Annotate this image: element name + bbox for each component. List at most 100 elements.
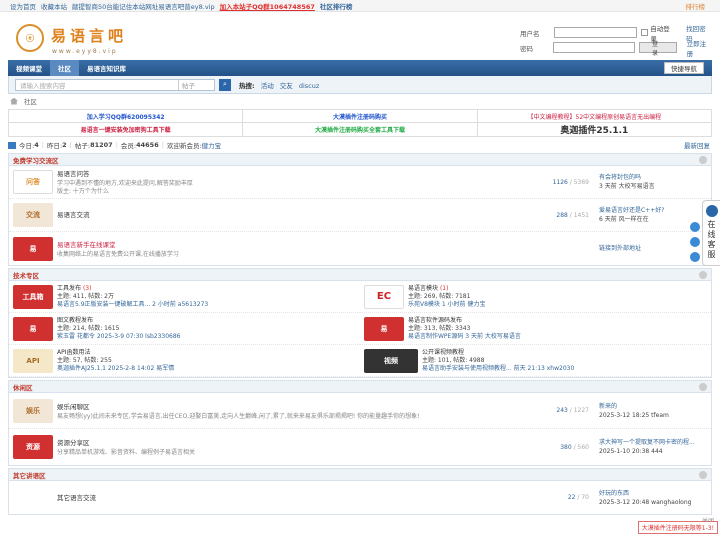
- login-button[interactable]: 登录: [638, 41, 677, 57]
- search-icon[interactable]: ⌕: [219, 78, 231, 91]
- forum-row: 交流 易语言交流 288 / 1451 爱易语言好还是C++好? 6 天前 风一样…: [9, 199, 711, 232]
- forum-count: 288 / 1451: [556, 211, 589, 219]
- forum-row: 易 易语言新手在线课堂 收集网络上的易语言免费公开课,在线播放学习 链接到外部地…: [9, 232, 711, 265]
- last-post-link[interactable]: 易语言5.9正版安装一键破解工具... 2 小时前 a5613273: [57, 301, 208, 309]
- section-header[interactable]: 其它讲语区: [9, 469, 711, 481]
- site-logo[interactable]: ⓔ 易语言吧 www.eyy8.vip: [16, 24, 132, 62]
- auto-login-checkbox[interactable]: [641, 29, 649, 36]
- rank-link[interactable]: 社区排行榜: [320, 1, 353, 11]
- online-service-label: 在线客服: [707, 220, 716, 259]
- ad-link[interactable]: 加入学习QQ群620095342: [7, 109, 244, 123]
- headset-icon: [705, 205, 718, 217]
- last-post-link[interactable]: 易语言制作WPE源码 3 天前 大校写易语言: [408, 333, 521, 341]
- collapse-icon[interactable]: [699, 383, 707, 391]
- forum-title[interactable]: 娱乐闲聊区: [57, 401, 527, 411]
- search-scope-select[interactable]: 帖子: [178, 79, 214, 90]
- promo-toast[interactable]: 大漠插件注册码无限等1-3!: [637, 521, 718, 534]
- hot-item[interactable]: 交友: [280, 82, 293, 90]
- hot-search: 热搜: 活动 交友 discuz: [239, 80, 319, 90]
- forum-title[interactable]: API函数用法: [57, 349, 174, 357]
- last-post-link[interactable]: 新来的: [599, 402, 709, 411]
- hot-item[interactable]: discuz: [299, 82, 319, 90]
- qq-group-link[interactable]: 加入本站子QQ群1064748567: [220, 1, 315, 11]
- nav-knowledge[interactable]: 易语言知识库: [79, 60, 134, 76]
- breadcrumb-current[interactable]: 社区: [24, 96, 37, 106]
- wechat-icon[interactable]: [690, 252, 700, 262]
- new-member-link[interactable]: 健力宝: [202, 140, 222, 150]
- eyuyan-icon[interactable]: 易: [364, 316, 404, 341]
- search-input[interactable]: 请输入搜索内容 帖子: [15, 78, 215, 91]
- forum-title[interactable]: 公开课视频教程: [422, 349, 574, 357]
- last-post-link[interactable]: 爱易语言好还是C++好?: [599, 206, 709, 215]
- hot-item[interactable]: 活动: [261, 82, 274, 90]
- section-header[interactable]: 休闲区: [9, 381, 711, 393]
- last-post-link[interactable]: 紫玉雷 花都令 2025-3-9 07:30 lsb2330686: [57, 333, 180, 341]
- resource-icon[interactable]: 资源: [13, 435, 53, 459]
- online-service-widget[interactable]: 在线客服: [702, 200, 720, 266]
- favorite-link[interactable]: 收藏本站: [41, 1, 67, 11]
- video-icon[interactable]: 视频: [364, 348, 418, 373]
- forum-title[interactable]: 图文教程发布: [57, 317, 180, 325]
- discussion-icon[interactable]: 交流: [13, 203, 53, 227]
- forum-count: 22 / 70: [567, 494, 589, 501]
- section-header[interactable]: 免费学习交流区: [9, 154, 711, 166]
- nav-video[interactable]: 视频课堂: [8, 60, 50, 76]
- forum-title[interactable]: 易语言问答: [57, 168, 527, 178]
- qq-icon[interactable]: [690, 222, 700, 232]
- eyuyan-icon[interactable]: 易: [13, 236, 53, 261]
- forum-cell: 易 易语言软件源码发布 主题: 313, 帖数: 3343 易语言制作WPE源码 3…: [360, 313, 711, 345]
- last-post-link[interactable]: 易语言助手安装与使用视频教程... 前天 21:13 xhw2030: [422, 365, 574, 373]
- forum-row: 娱乐 娱乐闲聊区 易友畅想(yy)此间未来专区,学会易语言,出任CEO,迎娶白富美…: [9, 393, 711, 429]
- qa-icon[interactable]: 问答: [13, 170, 53, 194]
- set-home-link[interactable]: 设为首页: [10, 1, 36, 11]
- forum-count: 243 / 1227: [556, 407, 589, 414]
- last-post-link[interactable]: 好玩的东西: [599, 489, 709, 498]
- collapse-icon[interactable]: [699, 156, 707, 164]
- ad-link[interactable]: 大漠插件注册码购买: [242, 109, 478, 123]
- notice-link[interactable]: 献提智商50台能记住本站网址易语言吧普ey8.vip: [72, 1, 215, 11]
- collapse-icon[interactable]: [699, 471, 707, 479]
- forum-count: 380 / 560: [560, 443, 589, 451]
- main-nav: 视频课堂 社区 易语言知识库 快捷导航: [8, 60, 712, 76]
- forum-title[interactable]: 易语言软件源码发布: [408, 317, 521, 325]
- password-input[interactable]: [553, 42, 635, 53]
- forum-desc: 学习中遇到不懂的地方,欢迎来此提问,解答奖励丰厚: [57, 180, 193, 187]
- register-link[interactable]: 立即注册: [687, 38, 712, 58]
- forum-title[interactable]: 工具发布: [57, 285, 81, 292]
- username-input[interactable]: [553, 27, 638, 38]
- forum-title[interactable]: 易语言交流: [57, 209, 527, 219]
- forum-cell: 视频 公开课视频教程 主题: 101, 帖数: 4988 易语言助手安装与使用视频教…: [360, 345, 711, 377]
- toolbox-icon[interactable]: 工具箱: [13, 284, 53, 309]
- ec-module-icon[interactable]: EC: [364, 284, 404, 309]
- weibo-icon[interactable]: [690, 237, 700, 247]
- forum-title[interactable]: 其它语言交流: [57, 492, 527, 502]
- ad-link[interactable]: 大漠插件注册码购买全套工具下载: [242, 122, 478, 137]
- home-icon[interactable]: [10, 97, 18, 105]
- last-post-link[interactable]: 求大神写一个提取复不网卡密的程...: [599, 438, 709, 447]
- ad-link[interactable]: 【中文编程教程】52中文编程原创易语言无出编程: [476, 109, 713, 123]
- forum-title[interactable]: 资源分享区: [57, 437, 527, 447]
- latest-reply-link[interactable]: 最新回复: [684, 140, 710, 150]
- logo-icon: ⓔ: [16, 24, 44, 52]
- style-link[interactable]: 排行榜: [686, 1, 706, 11]
- ad-link[interactable]: 易语言一键安装免加密狗工具下载: [7, 122, 244, 137]
- last-post-info: 2025-1-10 20:38 444: [599, 448, 663, 455]
- forum-icon[interactable]: [13, 485, 53, 510]
- nav-community[interactable]: 社区: [50, 60, 79, 76]
- forum-title[interactable]: 易语言新手在线课堂: [57, 239, 527, 249]
- forum-cell: API API函数用法 主题: 57, 帖数: 255 奥迦插件AJ25.1.1 2…: [9, 345, 360, 377]
- last-post-link[interactable]: 乐苑V8模块 1 小时前 健力宝: [408, 301, 485, 309]
- section-tech: 技术专区 工具箱 工具发布 (3) 主题: 411, 帖数: 2万 易语言5.9正版…: [8, 268, 712, 378]
- section-header[interactable]: 技术专区: [9, 269, 711, 281]
- ad-link[interactable]: 奥迦插件25.1.1: [476, 122, 713, 137]
- last-post-link[interactable]: 奥迦插件AJ25.1.1 2025-2-8 14:02 易军情: [57, 365, 174, 373]
- eyuyan-icon[interactable]: 易: [13, 316, 53, 341]
- last-post-link[interactable]: 有会将封包的吗: [599, 173, 709, 182]
- api-icon[interactable]: API: [13, 348, 53, 373]
- quick-nav-button[interactable]: 快捷导航: [664, 62, 704, 74]
- forum-stats-line: 主题: 214, 帖数: 1615: [57, 324, 120, 332]
- forum-stats-line: 主题: 101, 帖数: 4988: [422, 356, 485, 364]
- chat-icon[interactable]: 娱乐: [13, 398, 53, 423]
- forum-title[interactable]: 易语言模块: [408, 285, 438, 292]
- collapse-icon[interactable]: [699, 271, 707, 279]
